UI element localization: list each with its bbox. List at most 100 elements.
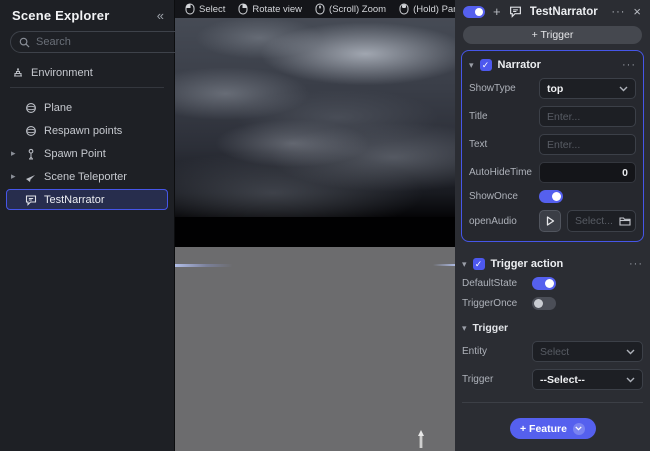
tool-label: Select xyxy=(199,4,225,15)
chevron-down-icon xyxy=(573,423,585,435)
panel-title: Scene Explorer xyxy=(12,8,109,23)
text-input[interactable] xyxy=(547,139,628,151)
entity-field-row: Entity Select xyxy=(462,341,643,362)
tool-label: Rotate view xyxy=(252,4,302,15)
folder-icon[interactable] xyxy=(619,216,631,226)
entity-select[interactable]: Select xyxy=(532,341,643,362)
play-audio-button[interactable] xyxy=(539,210,561,232)
scene-viewport[interactable]: Select Rotate view (Scroll) Zoom (Hold) … xyxy=(175,0,455,451)
inspector-header: + TestNarrator ··· × xyxy=(455,0,650,23)
collapse-caret-icon[interactable]: ▾ xyxy=(462,323,467,334)
close-icon[interactable]: × xyxy=(633,4,642,19)
expand-caret-icon[interactable]: ▸ xyxy=(11,171,16,182)
teleporter-icon xyxy=(25,171,37,183)
collapse-panel-icon[interactable]: « xyxy=(157,8,164,23)
inspector-body: ▾ ✓ Narrator ··· ShowType top Title xyxy=(455,50,650,410)
collapse-caret-icon[interactable]: ▾ xyxy=(462,259,467,270)
inspector-panel: + TestNarrator ··· × + Trigger ▾ ✓ Narra… xyxy=(455,0,650,451)
field-label: AutoHideTime xyxy=(469,167,539,178)
divider xyxy=(10,87,164,88)
tool-scroll-zoom[interactable]: (Scroll) Zoom xyxy=(315,3,386,15)
translate-gizmo-arrow-icon[interactable] xyxy=(416,430,426,449)
field-label: Entity xyxy=(462,346,532,357)
tree-item-respawn-points[interactable]: Respawn points xyxy=(6,120,168,141)
more-options-icon[interactable]: ··· xyxy=(629,258,643,270)
tool-rotate-view[interactable]: Rotate view xyxy=(238,3,302,15)
tree-item-label: TestNarrator xyxy=(44,194,105,206)
trigger-subsection-header: ▾ Trigger xyxy=(462,322,643,334)
search-input[interactable] xyxy=(36,36,178,48)
trigger-field-row: Trigger --Select-- xyxy=(462,369,643,390)
showonce-toggle[interactable] xyxy=(539,190,563,203)
sky-render xyxy=(175,18,455,217)
feature-button-row: + Feature xyxy=(455,410,650,451)
search-row: + xyxy=(0,29,174,61)
openaudio-field-row: openAudio Select... xyxy=(469,210,636,232)
trigger-action-enabled-checkbox[interactable]: ✓ xyxy=(473,258,485,270)
select-placeholder: Select xyxy=(540,346,569,358)
chevron-down-icon xyxy=(619,86,628,92)
app-window: Scene Explorer « + xyxy=(0,0,650,451)
tree-item-scene-teleporter[interactable]: ▸ Scene Teleporter xyxy=(6,166,168,187)
tool-select[interactable]: Select xyxy=(185,3,225,15)
trigger-action-section: ▾ ✓ Trigger action ··· DefaultState Trig… xyxy=(461,252,644,410)
openaudio-select[interactable]: Select... xyxy=(567,210,636,232)
environment-row[interactable]: Environment xyxy=(0,61,174,87)
letterbox-band xyxy=(175,217,455,247)
tree-item-label: Scene Teleporter xyxy=(44,171,127,183)
tree-item-spawn-point[interactable]: ▸ Spawn Point xyxy=(6,143,168,164)
tree-item-testnarrator[interactable]: TestNarrator xyxy=(6,189,168,210)
search-icon xyxy=(19,37,30,48)
tool-hold-pan[interactable]: (Hold) Pan xyxy=(399,3,455,15)
tree-item-label: Respawn points xyxy=(44,125,122,137)
tool-label: (Hold) Pan xyxy=(413,4,455,15)
field-label: ShowOnce xyxy=(469,191,539,202)
mesh-icon xyxy=(25,102,37,114)
autohidetime-field-row: AutoHideTime xyxy=(469,162,636,183)
divider xyxy=(462,402,643,403)
expand-caret-icon[interactable]: ▸ xyxy=(11,148,16,159)
triggeronce-toggle[interactable] xyxy=(532,297,556,310)
openaudio-controls: Select... xyxy=(539,210,636,232)
defaultstate-field-row: DefaultState xyxy=(462,277,643,290)
field-label: ShowType xyxy=(469,83,539,94)
more-options-icon[interactable]: ··· xyxy=(611,6,625,18)
trigger-select[interactable]: --Select-- xyxy=(532,369,643,390)
tree-item-plane[interactable]: Plane xyxy=(6,97,168,118)
narrator-section: ▾ ✓ Narrator ··· ShowType top Title xyxy=(461,50,644,242)
field-label: Text xyxy=(469,139,539,150)
showtype-field-row: ShowType top xyxy=(469,78,636,99)
speech-bubble-icon xyxy=(509,5,522,18)
scene-explorer-panel: Scene Explorer « + xyxy=(0,0,175,451)
defaultstate-toggle[interactable] xyxy=(532,277,556,290)
title-field-row: Title xyxy=(469,106,636,127)
viewport-toolbar: Select Rotate view (Scroll) Zoom (Hold) … xyxy=(175,0,455,18)
collapse-caret-icon[interactable]: ▾ xyxy=(469,60,474,71)
title-input-wrap xyxy=(539,106,636,127)
add-component-icon[interactable]: + xyxy=(493,4,501,19)
text-field-row: Text xyxy=(469,134,636,155)
narrator-section-header: ▾ ✓ Narrator ··· xyxy=(469,59,636,71)
add-trigger-button[interactable]: + Trigger xyxy=(463,26,642,44)
field-label: openAudio xyxy=(469,216,539,227)
tree-item-label: Spawn Point xyxy=(44,148,106,160)
feature-button[interactable]: + Feature xyxy=(510,418,596,439)
triggeronce-field-row: TriggerOnce xyxy=(462,297,643,310)
search-box[interactable] xyxy=(10,31,187,53)
tool-label: (Scroll) Zoom xyxy=(329,4,386,15)
autohidetime-input[interactable] xyxy=(547,167,628,179)
autohidetime-input-wrap xyxy=(539,162,636,183)
title-input[interactable] xyxy=(547,111,628,123)
showtype-select[interactable]: top xyxy=(539,78,636,99)
showonce-field-row: ShowOnce xyxy=(469,190,636,203)
play-icon xyxy=(546,216,555,226)
scene-tree: Plane Respawn points ▸ Spawn Point ▸ xyxy=(0,94,174,213)
component-power-toggle[interactable] xyxy=(463,6,485,18)
field-label: Title xyxy=(469,111,539,122)
text-input-wrap xyxy=(539,134,636,155)
field-label: TriggerOnce xyxy=(462,298,532,309)
narrator-enabled-checkbox[interactable]: ✓ xyxy=(480,59,492,71)
mouse-scroll-icon xyxy=(315,3,325,15)
chevron-down-icon xyxy=(626,377,635,383)
more-options-icon[interactable]: ··· xyxy=(622,59,636,71)
